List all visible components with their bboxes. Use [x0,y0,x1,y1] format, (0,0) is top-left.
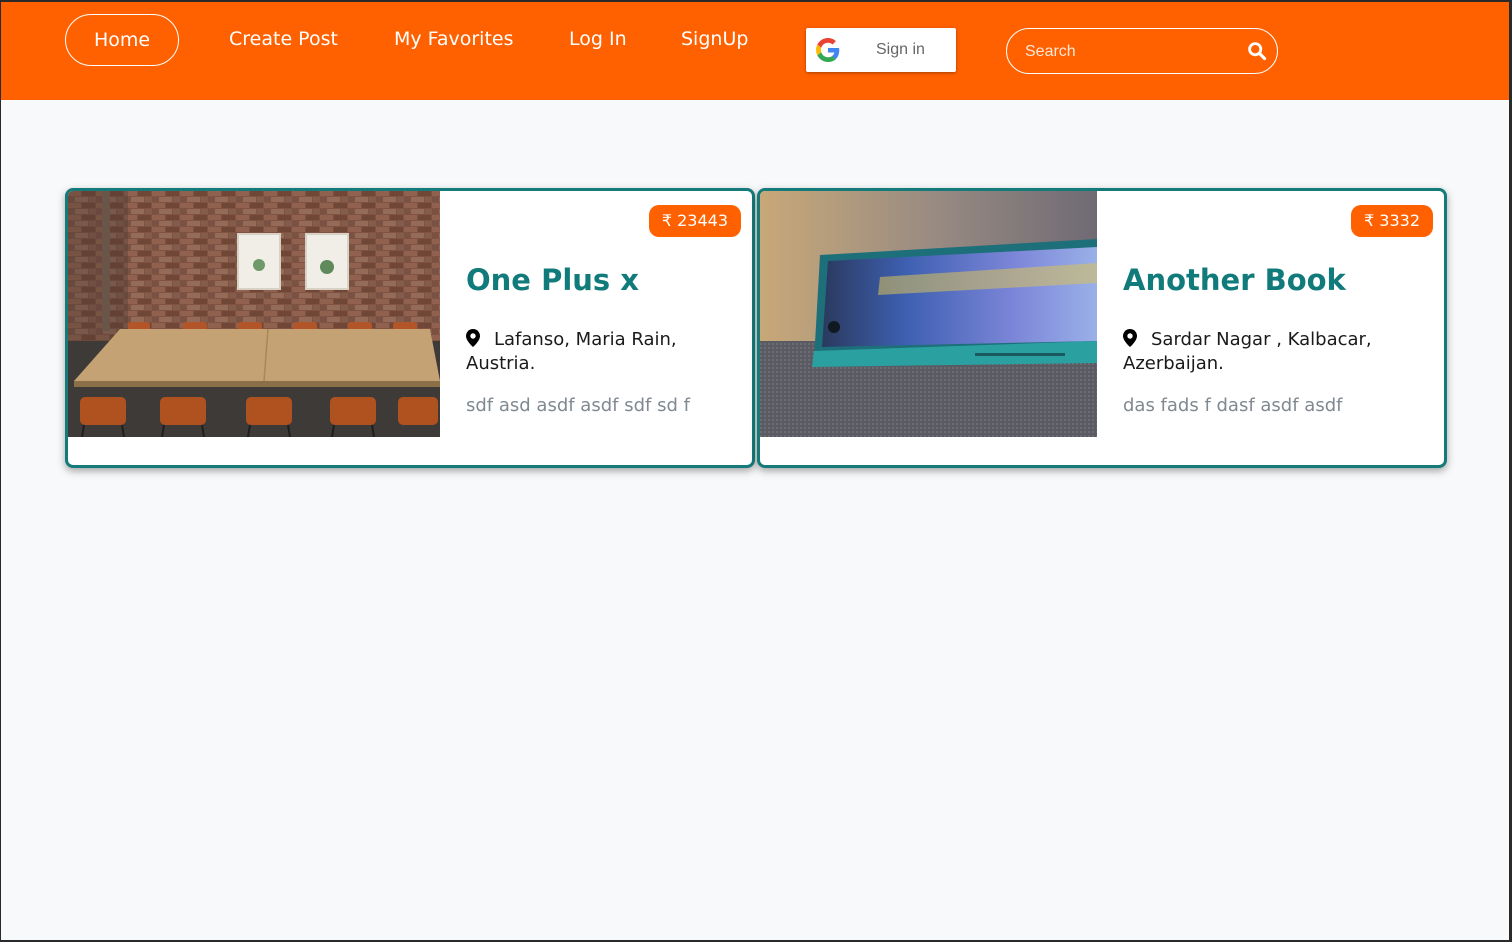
search-input[interactable] [1023,37,1237,67]
navbar: Home Create Post My Favorites Log In Sig… [1,2,1509,100]
google-signin-label: Sign in [876,41,925,58]
app-frame: Home Create Post My Favorites Log In Sig… [1,2,1509,940]
search-icon[interactable] [1247,41,1267,61]
listing-card[interactable]: ₹ 23443 One Plus x Lafanso, Maria Rain, … [65,188,755,468]
nav-create-post-link[interactable]: Create Post [229,14,338,64]
listing-description: sdf asd asdf asdf sdf sd f [466,395,690,416]
listing-card[interactable]: ₹ 3332 Another Book Sardar Nagar , Kalba… [757,188,1447,468]
map-pin-icon [1123,329,1137,347]
listing-location: Lafanso, Maria Rain, Austria. [466,328,736,376]
listing-location: Sardar Nagar , Kalbacar, Azerbaijan. [1123,328,1393,376]
map-pin-icon [466,329,480,347]
listing-location-text: Sardar Nagar , Kalbacar, Azerbaijan. [1123,329,1372,374]
search-box [1006,28,1278,74]
price-badge: ₹ 23443 [648,205,741,237]
listing-description: das fads f dasf asdf asdf [1123,395,1343,416]
listing-title[interactable]: One Plus x [466,263,639,297]
conference-room-photo [68,191,440,437]
smartphone-photo [760,191,1097,437]
nav-my-favorites-link[interactable]: My Favorites [394,14,514,64]
price-badge: ₹ 3332 [1351,205,1433,237]
listing-location-text: Lafanso, Maria Rain, Austria. [466,329,677,374]
nav-home-link[interactable]: Home [65,14,179,66]
nav-log-in-link[interactable]: Log In [569,14,627,64]
listing-image [760,191,1097,437]
listing-title[interactable]: Another Book [1123,263,1346,297]
google-icon [816,38,840,62]
listing-image [68,191,440,437]
nav-signup-link[interactable]: SignUp [681,14,748,64]
google-signin-button[interactable]: Sign in [806,28,956,72]
